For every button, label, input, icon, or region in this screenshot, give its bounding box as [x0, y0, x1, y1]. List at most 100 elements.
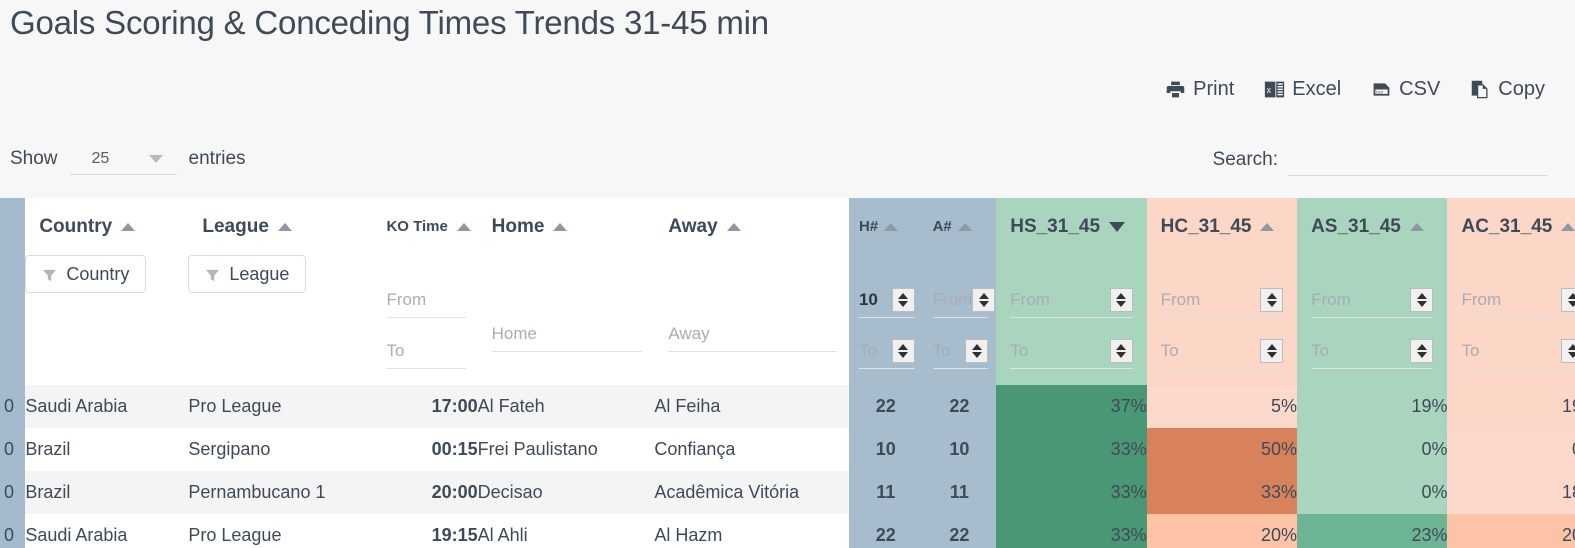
ko-to-input[interactable]: To — [386, 334, 465, 369]
home-filter-input[interactable]: Home — [492, 317, 643, 352]
col-label-as-31-45: AS_31_45 — [1311, 216, 1401, 238]
stepper-icon[interactable] — [1260, 288, 1283, 312]
filter-ko-time-cell: From To — [372, 255, 477, 385]
svg-text:csv: csv — [1376, 90, 1384, 95]
hs-to-input[interactable]: To — [1010, 334, 1132, 369]
as-from-input[interactable]: From — [1311, 283, 1433, 318]
col-label-home: Home — [492, 216, 545, 238]
cell-country: Saudi Arabia — [25, 385, 188, 428]
search-input[interactable] — [1288, 143, 1547, 176]
sliver-value: 0 — [0, 525, 25, 546]
cell-a-num: 22 — [923, 385, 997, 428]
col-label-league: League — [202, 216, 269, 238]
ac-from-input[interactable]: From — [1461, 283, 1575, 318]
ac-from-placeholder: From — [1461, 290, 1501, 310]
csv-button[interactable]: csv CSV — [1371, 78, 1440, 101]
h-num-from-input[interactable]: 10 — [859, 283, 915, 318]
row-sliver: 0 — [0, 428, 25, 471]
col-header-a-num[interactable]: A# — [923, 198, 997, 255]
filter-home-cell: Home — [478, 255, 655, 385]
stepper-icon[interactable] — [1410, 288, 1433, 312]
print-button[interactable]: Print — [1165, 78, 1234, 101]
ko-to-placeholder: To — [386, 341, 404, 361]
col-header-h-num[interactable]: H# — [849, 198, 923, 255]
col-header-hs-31-45[interactable]: HS_31_45 — [996, 198, 1146, 255]
stepper-icon[interactable] — [1260, 339, 1283, 363]
stepper-icon[interactable] — [892, 339, 915, 363]
cell-league: Pro League — [188, 385, 372, 428]
sort-asc-icon — [1410, 223, 1424, 231]
as-to-input[interactable]: To — [1311, 334, 1433, 369]
col-header-ko-time[interactable]: KO Time — [372, 198, 477, 255]
league-filter-button[interactable]: League — [188, 255, 306, 293]
row-sliver: 0 — [0, 514, 25, 548]
data-table-scroll[interactable]: Country League KO Time — [0, 198, 1575, 548]
col-label-ko-time: KO Time — [386, 218, 447, 235]
cell-league: Pernambucano 1 — [188, 471, 372, 514]
copy-button[interactable]: Copy — [1470, 78, 1545, 101]
cell-country: Brazil — [25, 471, 188, 514]
a-num-to-input[interactable]: To — [933, 334, 989, 369]
a-num-from-placeholder: From — [933, 290, 973, 310]
table-row[interactable]: 0 Brazil Sergipano 00:15 Frei Paulistano… — [0, 428, 1575, 471]
a-num-from-input[interactable]: From — [933, 283, 989, 318]
col-header-league[interactable]: League — [188, 198, 372, 255]
sliver-value: 0 — [0, 439, 25, 460]
cell-hs-31-45: 33% — [996, 428, 1146, 471]
sort-asc-icon — [884, 223, 898, 231]
sort-asc-icon — [958, 223, 972, 231]
country-filter-button[interactable]: Country — [25, 255, 146, 293]
excel-icon: x — [1264, 79, 1285, 100]
page-root: Goals Scoring & Conceding Times Trends 3… — [0, 0, 1575, 548]
hc-to-input[interactable]: To — [1161, 334, 1283, 369]
cell-home: Al Fateh — [478, 385, 655, 428]
cell-hc-31-45: 5% — [1147, 385, 1297, 428]
stepper-icon[interactable] — [972, 288, 995, 312]
away-filter-input[interactable]: Away — [668, 317, 837, 352]
cell-ac-31-45: 19% — [1447, 385, 1575, 428]
sort-asc-icon — [121, 223, 135, 231]
table-row[interactable]: 0 Saudi Arabia Pro League 17:00 Al Fateh… — [0, 385, 1575, 428]
stepper-icon[interactable] — [1561, 288, 1575, 312]
table-row[interactable]: 0 Brazil Pernambucano 1 20:00 Decisao Ac… — [0, 471, 1575, 514]
stepper-icon[interactable] — [1110, 339, 1133, 363]
cell-hs-31-45: 33% — [996, 514, 1146, 548]
cell-ac-31-45: 0% — [1447, 428, 1575, 471]
stepper-icon[interactable] — [1561, 339, 1575, 363]
cell-ko-time: 17:00 — [372, 385, 477, 428]
col-header-home[interactable]: Home — [478, 198, 655, 255]
cell-country: Brazil — [25, 428, 188, 471]
stepper-icon[interactable] — [965, 339, 988, 363]
h-num-to-input[interactable]: To — [859, 334, 915, 369]
stepper-icon[interactable] — [892, 288, 915, 312]
cell-a-num: 22 — [923, 514, 997, 548]
hs-from-input[interactable]: From — [1010, 283, 1132, 318]
col-header-ac-31-45[interactable]: AC_31_45 — [1447, 198, 1575, 255]
cell-h-num: 11 — [849, 471, 923, 514]
cell-away: Al Feiha — [654, 385, 849, 428]
entries-select[interactable]: 25 — [70, 143, 177, 175]
sliver-value: 0 — [0, 482, 25, 503]
excel-button[interactable]: x Excel — [1264, 78, 1341, 101]
stepper-icon[interactable] — [1410, 339, 1433, 363]
away-filter-placeholder: Away — [668, 324, 709, 344]
col-header-away[interactable]: Away — [654, 198, 849, 255]
ac-to-input[interactable]: To — [1461, 334, 1575, 369]
sort-asc-icon — [278, 223, 292, 231]
search-box: Search: — [1213, 143, 1547, 176]
hc-from-input[interactable]: From — [1161, 283, 1283, 318]
cell-h-num: 10 — [849, 428, 923, 471]
table-body: 0 Saudi Arabia Pro League 17:00 Al Fateh… — [0, 385, 1575, 548]
svg-text:x: x — [1267, 85, 1272, 95]
col-header-hc-31-45[interactable]: HC_31_45 — [1147, 198, 1297, 255]
col-header-country[interactable]: Country — [25, 198, 188, 255]
sliver-value: 0 — [0, 396, 25, 417]
col-header-as-31-45[interactable]: AS_31_45 — [1297, 198, 1447, 255]
table-row[interactable]: 0 Saudi Arabia Pro League 19:15 Al Ahli … — [0, 514, 1575, 548]
cell-away: Al Hazm — [654, 514, 849, 548]
ko-from-input[interactable]: From — [386, 283, 465, 318]
col-header-sliver[interactable] — [0, 198, 25, 255]
copy-icon — [1470, 79, 1491, 100]
col-label-country: Country — [39, 216, 112, 238]
stepper-icon[interactable] — [1110, 288, 1133, 312]
